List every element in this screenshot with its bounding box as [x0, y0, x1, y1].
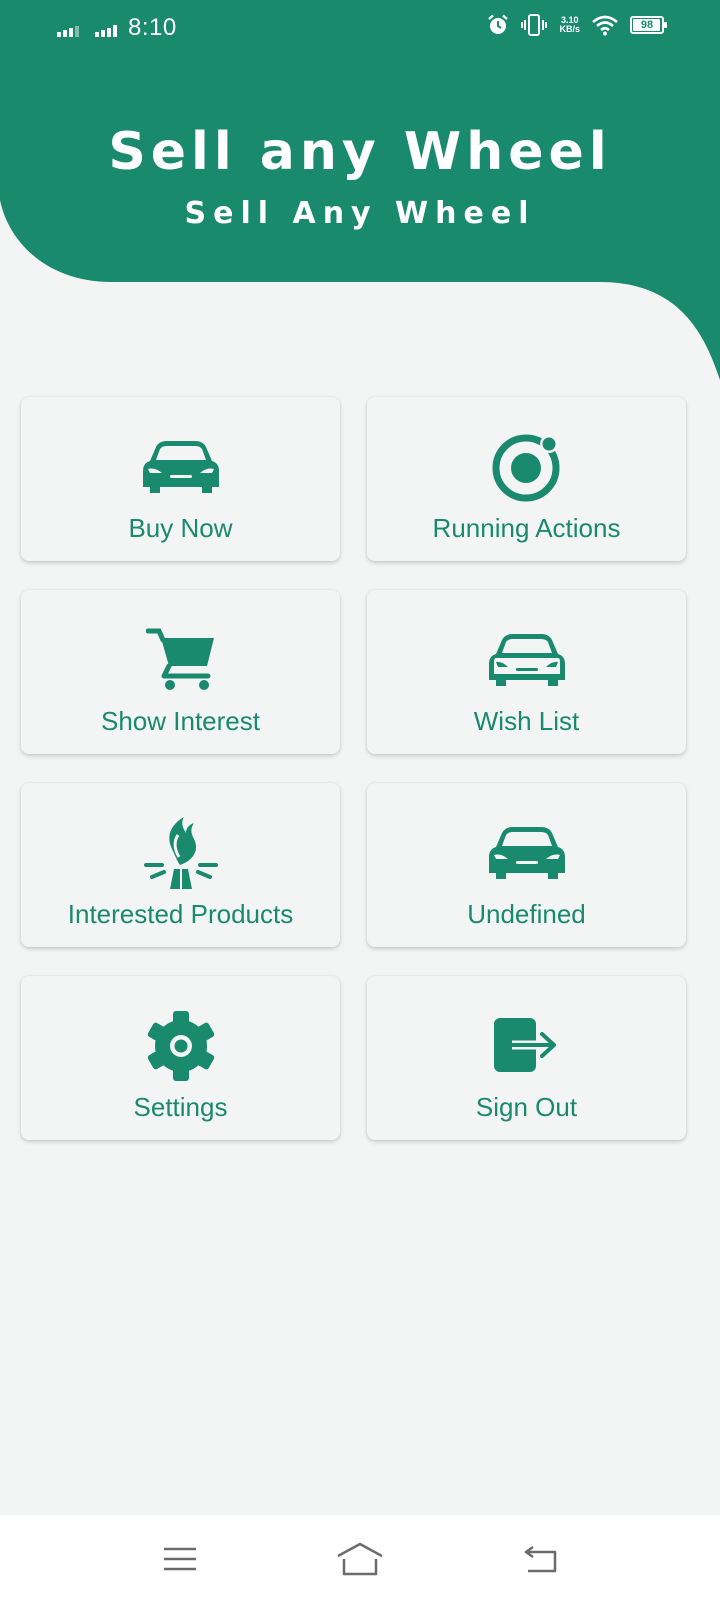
net-speed: 3.10 KB/s	[559, 16, 580, 34]
running-actions-label: Running Actions	[432, 513, 621, 543]
car-icon	[487, 813, 567, 893]
wifi-icon	[592, 15, 618, 36]
back-nav-button[interactable]	[510, 1537, 570, 1581]
undefined-button[interactable]: Undefined	[367, 783, 686, 947]
show-interest-button[interactable]: Show Interest	[21, 590, 340, 754]
app-title: Sell any Wheel	[108, 122, 612, 182]
car-icon	[141, 427, 221, 507]
battery-nub	[664, 22, 667, 28]
undefined-label: Undefined	[467, 899, 586, 929]
status-bar: 8:10 3.10 KB/s 98	[0, 0, 720, 58]
back-icon	[524, 1545, 557, 1573]
buy-now-button[interactable]: Buy Now	[21, 397, 340, 561]
home-icon	[337, 1542, 383, 1576]
navigation-bar	[0, 1515, 720, 1600]
alarm-icon	[488, 14, 509, 34]
signal-sim2-icon	[95, 25, 117, 37]
vibrate-icon	[521, 14, 548, 36]
running-actions-button[interactable]: Running Actions	[367, 397, 686, 561]
buy-now-label: Buy Now	[128, 513, 233, 543]
battery-percent: 98	[640, 19, 654, 31]
sign-out-button[interactable]: Sign Out	[367, 976, 686, 1140]
home-nav-button[interactable]	[330, 1537, 390, 1581]
cart-icon	[141, 620, 221, 700]
net-speed-unit: KB/s	[559, 24, 580, 34]
ionic-logo-icon	[487, 427, 567, 507]
app-screen: 8:10 3.10 KB/s 98 Sell any Wheel Sell An…	[0, 0, 720, 1600]
hamburger-icon	[164, 1547, 196, 1571]
wish-list-label: Wish List	[473, 706, 580, 736]
settings-button[interactable]: Settings	[21, 976, 340, 1140]
interested-products-button[interactable]: Interested Products	[21, 783, 340, 947]
gear-icon	[141, 1006, 221, 1086]
signal-sim1-icon	[57, 26, 79, 37]
menu-grid: Buy Now Running Actions Show Interest Wi…	[21, 397, 686, 1140]
interested-products-label: Interested Products	[67, 899, 294, 929]
wish-list-button[interactable]: Wish List	[367, 590, 686, 754]
status-time: 8:10	[128, 14, 177, 41]
bonfire-icon	[141, 813, 221, 893]
menu-nav-button[interactable]	[150, 1537, 210, 1581]
sign-out-icon	[487, 1006, 567, 1086]
app-subtitle: Sell Any Wheel	[184, 196, 536, 231]
show-interest-label: Show Interest	[101, 706, 260, 736]
status-left: 8:10	[56, 14, 177, 42]
sign-out-label: Sign Out	[475, 1092, 578, 1122]
car-outline-icon	[487, 620, 567, 700]
status-right: 3.10 KB/s 98	[487, 14, 667, 36]
battery-indicator: 98	[630, 16, 667, 34]
settings-label: Settings	[133, 1092, 228, 1122]
